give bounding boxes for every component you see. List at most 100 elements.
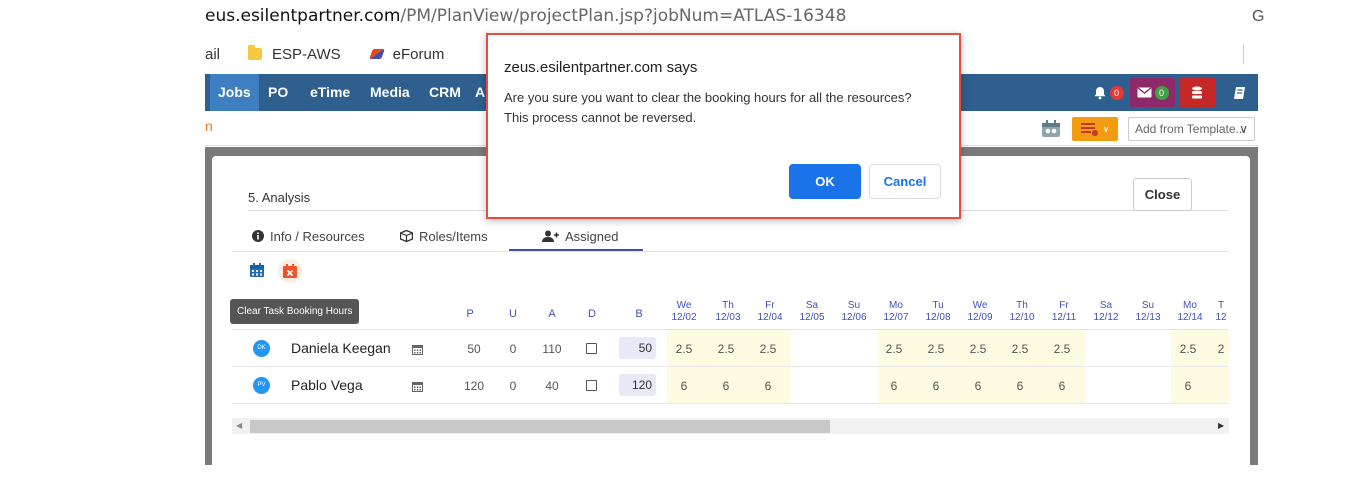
hours-cell[interactable]: 2.5 [1003, 342, 1037, 356]
col-header-u: U [509, 308, 517, 320]
calendar-clear-icon [283, 264, 297, 278]
notebook-button[interactable] [1221, 78, 1258, 107]
notification-count-badge: 0 [1109, 85, 1124, 100]
hours-cell[interactable]: 6 [1045, 379, 1079, 393]
col-header-d: D [588, 308, 596, 320]
d-checkbox[interactable] [586, 343, 597, 354]
hours-cell[interactable]: 6 [919, 379, 953, 393]
bookmark-label: ail [205, 45, 221, 63]
clear-booking-hours-button[interactable] [278, 259, 302, 283]
eforum-logo-icon [369, 47, 385, 61]
day-name: Tu [932, 300, 944, 311]
hours-cell[interactable]: 6 [667, 379, 701, 393]
info-icon [252, 230, 264, 242]
hours-cell[interactable]: 2.5 [961, 342, 995, 356]
nav-jobs[interactable]: Jobs [210, 74, 259, 111]
cell-b[interactable]: 50 [619, 337, 656, 359]
scroll-right-icon[interactable]: ▶ [1218, 421, 1224, 430]
nav-po[interactable]: PO [260, 74, 296, 111]
day-header: Su 12/06 [835, 300, 873, 324]
day-header: T 12 [1213, 300, 1229, 324]
bell-icon [1094, 86, 1105, 99]
bookmark-esp-aws[interactable]: ESP-AWS [248, 45, 341, 63]
day-header: Fr 12/11 [1045, 300, 1083, 324]
envelope-icon [1137, 87, 1151, 98]
task-list-dropdown[interactable]: ∨ [1072, 117, 1118, 141]
day-name: T [1217, 300, 1225, 311]
day-header: Mo 12/07 [877, 300, 915, 324]
day-name: Mo [1183, 300, 1197, 311]
day-header: Tu 12/08 [919, 300, 957, 324]
confirm-dialog: zeus.esilentpartner.com says Are you sur… [486, 33, 961, 219]
hours-cell[interactable]: 2.5 [709, 342, 743, 356]
hours-cell[interactable]: 6 [709, 379, 743, 393]
hours-cell[interactable]: 2.5 [667, 342, 701, 356]
tab-label: Roles/Items [419, 228, 488, 244]
hours-cell[interactable]: 2.5 [1171, 342, 1205, 356]
tooltip-clear-task-booking-hours: Clear Task Booking Hours [230, 299, 360, 324]
hours-cell[interactable]: 2.5 [919, 342, 953, 356]
day-header: Su 12/13 [1129, 300, 1167, 324]
cancel-button[interactable]: Cancel [869, 164, 941, 199]
hours-cell[interactable]: 2 [1213, 342, 1229, 356]
notifications-button[interactable]: 0 [1087, 78, 1129, 107]
address-bar[interactable]: eus.esilentpartner.com/PM/PlanView/proje… [205, 6, 1265, 30]
hours-cell[interactable]: 2.5 [1045, 342, 1079, 356]
day-name: Mo [889, 300, 903, 311]
dialog-title: zeus.esilentpartner.com says [504, 59, 698, 76]
scrollbar-thumb[interactable] [250, 420, 830, 433]
day-name: We [676, 300, 692, 311]
dialog-message-line2: This process cannot be reversed. [504, 110, 697, 125]
cell-u: 0 [509, 342, 517, 356]
nav-media[interactable]: Media [362, 74, 418, 111]
bookmark-eforum[interactable]: eForum [369, 46, 445, 63]
hours-cell[interactable]: 6 [751, 379, 785, 393]
scroll-left-icon[interactable]: ◀ [236, 421, 242, 430]
day-date: 12 [1215, 312, 1227, 323]
browser-profile-glyph[interactable]: G [1252, 8, 1264, 26]
cell-p: 120 [463, 379, 485, 393]
tab-info-resources[interactable]: Info / Resources [252, 221, 365, 251]
hours-cell[interactable]: 6 [1171, 379, 1205, 393]
toolbar-left-text[interactable]: n [205, 118, 213, 134]
close-button[interactable]: Close [1133, 178, 1192, 211]
dialog-message-line1: Are you sure you want to clear the booki… [504, 90, 912, 105]
cell-a: 40 [545, 379, 559, 393]
nav-crm[interactable]: CRM [421, 74, 469, 111]
messages-button[interactable]: 0 [1130, 78, 1175, 107]
hours-cell[interactable]: 6 [1003, 379, 1037, 393]
resource-name[interactable]: Pablo Vega [291, 377, 363, 393]
database-button[interactable] [1179, 78, 1215, 107]
tab-roles-items[interactable]: Roles/Items [400, 221, 488, 251]
day-header: Th 12/10 [1003, 300, 1041, 324]
day-date: 12/07 [883, 312, 909, 323]
ok-button[interactable]: OK [789, 164, 861, 199]
add-from-template-select[interactable]: Add from Template... ∨ [1128, 117, 1255, 141]
hours-cell[interactable]: 6 [877, 379, 911, 393]
calendar-icon[interactable] [249, 262, 265, 283]
bookmarks-divider [1243, 44, 1244, 64]
resource-calendar-icon[interactable] [412, 379, 423, 397]
tab-assigned[interactable]: Assigned [542, 221, 618, 251]
resource-calendar-icon[interactable] [412, 342, 423, 360]
day-header: We 12/09 [961, 300, 999, 324]
tab-label: Assigned [565, 228, 619, 244]
day-date: 12/05 [799, 312, 825, 323]
hours-cell[interactable]: 2.5 [877, 342, 911, 356]
resources-icon[interactable] [1041, 120, 1061, 143]
day-header: Sa 12/05 [793, 300, 831, 324]
bookmarks-bar: ail ESP-AWS eForum [205, 40, 472, 68]
nav-etime[interactable]: eTime [302, 74, 358, 111]
day-header: We 12/02 [665, 300, 703, 324]
day-date: 12/06 [841, 312, 867, 323]
bookmark-mail[interactable]: ail [205, 46, 220, 63]
bookmark-label: ESP-AWS [272, 45, 341, 63]
day-date: 12/02 [671, 312, 697, 323]
cell-b[interactable]: 120 [619, 374, 656, 396]
url-host: eus.esilentpartner.com [205, 6, 401, 26]
resource-name[interactable]: Daniela Keegan [291, 340, 391, 356]
hours-cell[interactable]: 2.5 [751, 342, 785, 356]
hours-cell[interactable]: 6 [961, 379, 995, 393]
cell-a: 110 [542, 342, 562, 356]
d-checkbox[interactable] [586, 380, 597, 391]
